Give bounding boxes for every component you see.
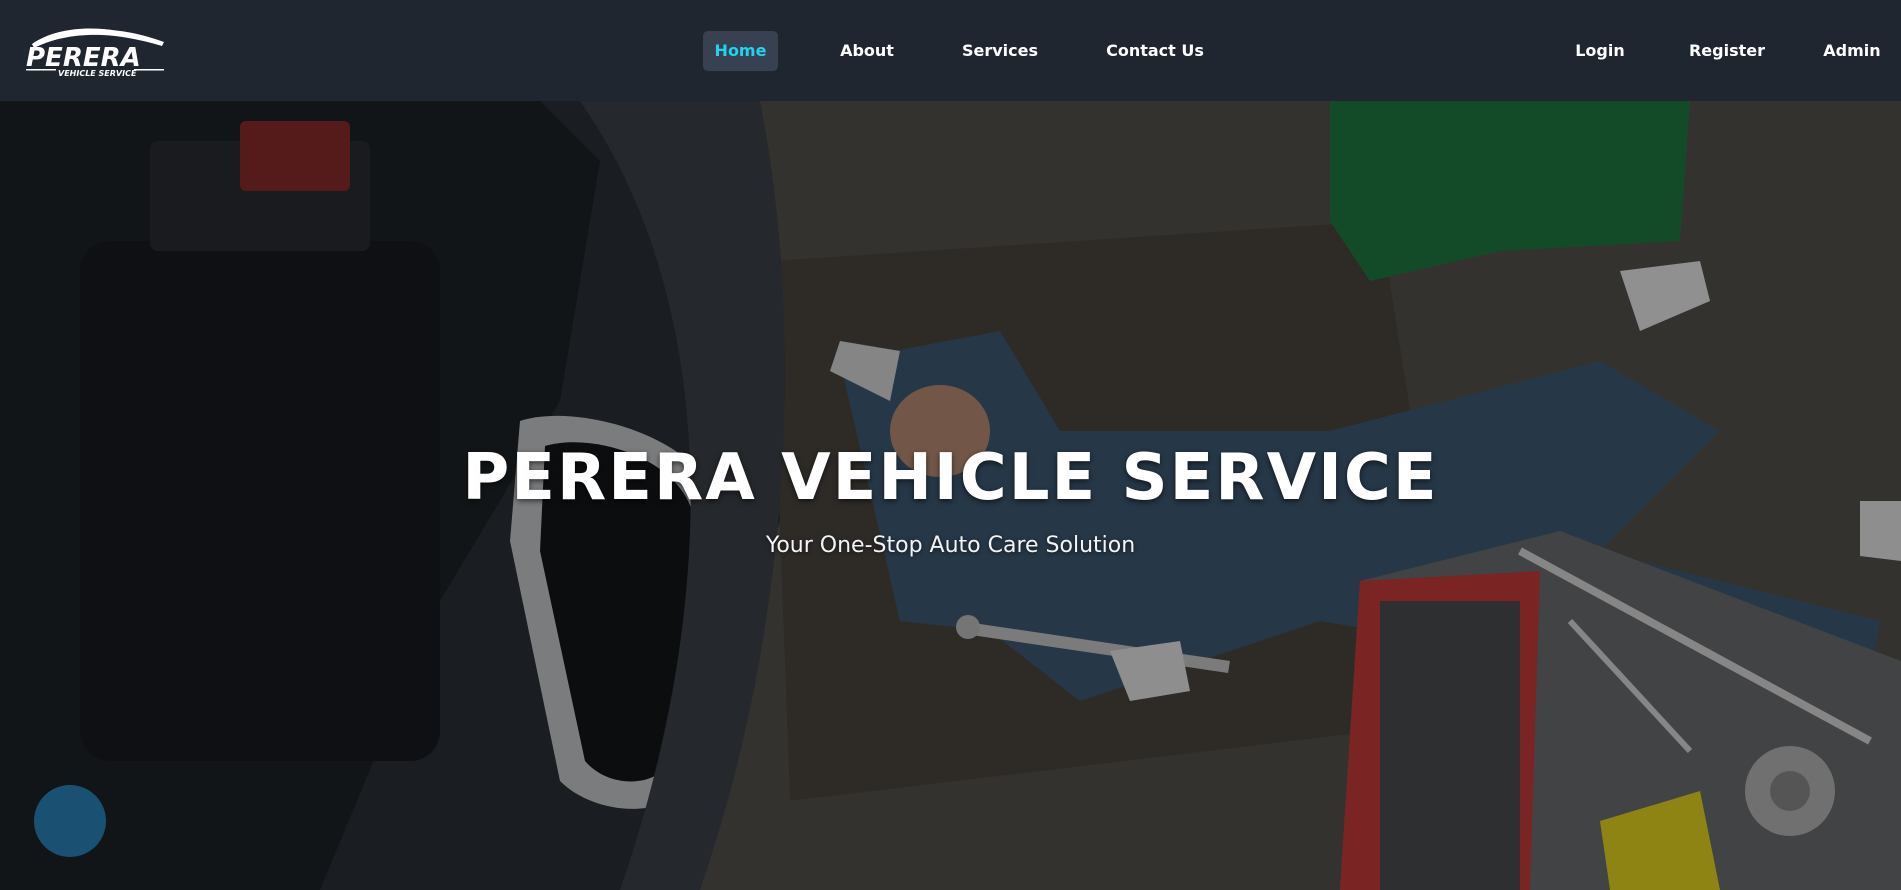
register-link[interactable]: Register: [1679, 31, 1775, 71]
nav-services-link[interactable]: Services: [953, 31, 1047, 71]
nav-about-link[interactable]: About: [827, 31, 907, 71]
nav-contact-link[interactable]: Contact Us: [1095, 31, 1215, 71]
nav-home-link[interactable]: Home: [703, 31, 778, 71]
brand-logo[interactable]: PERERA VEHICLE SERVICE: [22, 22, 172, 78]
hero-section: PERERA VEHICLE SERVICE Your One-Stop Aut…: [0, 101, 1901, 890]
hero-subtitle: Your One-Stop Auto Care Solution: [765, 533, 1136, 558]
login-link[interactable]: Login: [1565, 31, 1635, 71]
svg-text:VEHICLE SERVICE: VEHICLE SERVICE: [58, 69, 137, 78]
admin-link[interactable]: Admin: [1817, 31, 1887, 71]
hero-title: PERERA VEHICLE SERVICE: [462, 441, 1439, 515]
top-navbar: PERERA VEHICLE SERVICE Home About Servic…: [0, 0, 1901, 101]
car-logo-icon: PERERA VEHICLE SERVICE: [26, 28, 164, 78]
